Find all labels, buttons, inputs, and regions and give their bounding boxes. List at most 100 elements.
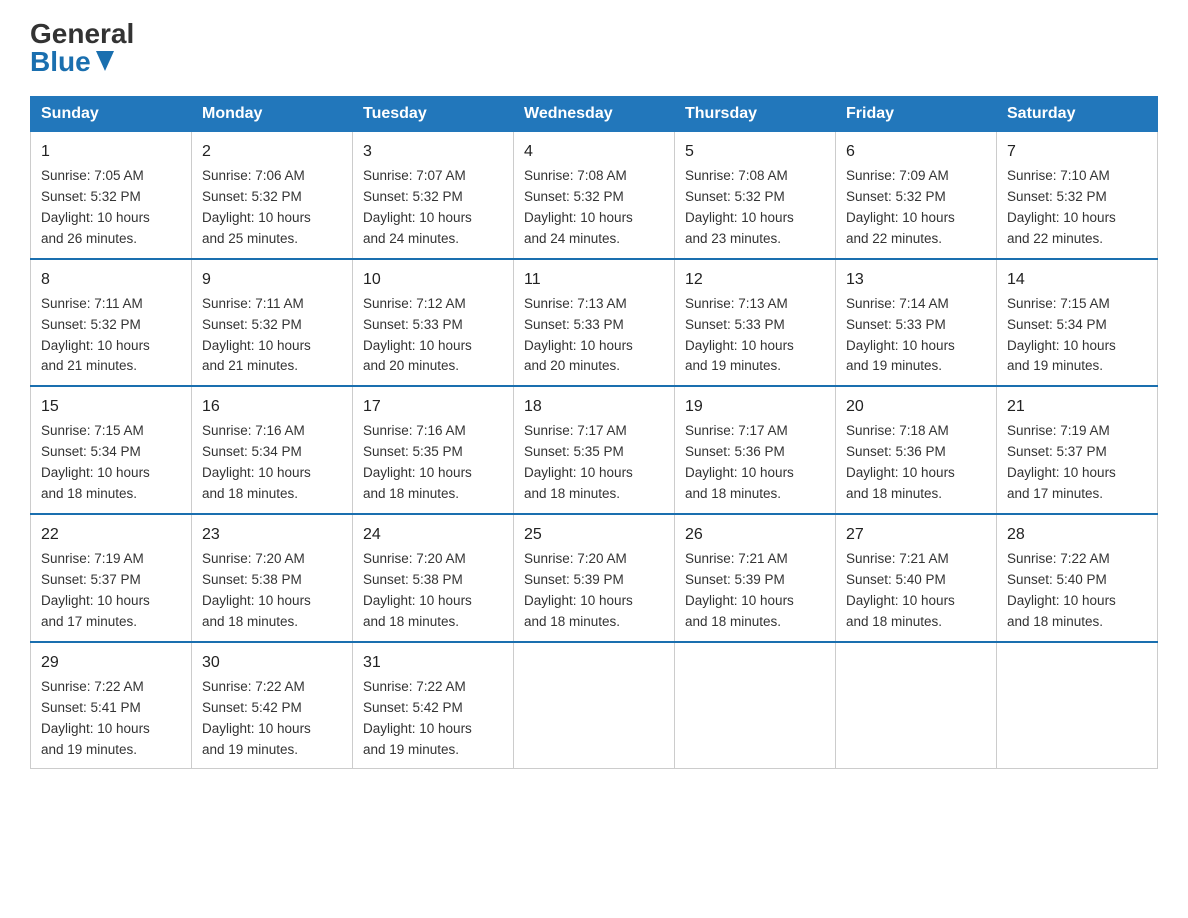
calendar-cell: 21 Sunrise: 7:19 AMSunset: 5:37 PMDayligh…: [997, 386, 1158, 514]
day-number: 22: [41, 523, 181, 547]
calendar-cell: 16 Sunrise: 7:16 AMSunset: 5:34 PMDayligh…: [192, 386, 353, 514]
calendar-cell: 8Sunrise: 7:11 AMSunset: 5:32 PMDaylight…: [31, 259, 192, 387]
column-header-thursday: Thursday: [675, 97, 836, 132]
day-number: 26: [685, 523, 825, 547]
calendar-cell: 24 Sunrise: 7:20 AMSunset: 5:38 PMDayligh…: [353, 514, 514, 642]
calendar-cell: 11 Sunrise: 7:13 AMSunset: 5:33 PMDayligh…: [514, 259, 675, 387]
calendar-cell: 20Sunrise: 7:18 AMSunset: 5:36 PMDayligh…: [836, 386, 997, 514]
calendar-cell: 12Sunrise: 7:13 AMSunset: 5:33 PMDayligh…: [675, 259, 836, 387]
day-number: 12: [685, 268, 825, 292]
day-number: 1: [41, 140, 181, 164]
day-info: Sunrise: 7:22 AMSunset: 5:42 PMDaylight:…: [202, 679, 311, 757]
calendar-cell: 28Sunrise: 7:22 AMSunset: 5:40 PMDayligh…: [997, 514, 1158, 642]
day-number: 9: [202, 268, 342, 292]
column-header-tuesday: Tuesday: [353, 97, 514, 132]
logo-arrow-icon: [96, 51, 114, 71]
day-info: Sunrise: 7:11 AMSunset: 5:32 PMDaylight:…: [202, 296, 311, 374]
calendar-week-row: 22 Sunrise: 7:19 AMSunset: 5:37 PMDayligh…: [31, 514, 1158, 642]
day-number: 17: [363, 395, 503, 419]
day-info: Sunrise: 7:20 AMSunset: 5:39 PMDaylight:…: [524, 551, 633, 629]
calendar-cell: 30 Sunrise: 7:22 AMSunset: 5:42 PMDayligh…: [192, 642, 353, 769]
calendar-cell: 26 Sunrise: 7:21 AMSunset: 5:39 PMDayligh…: [675, 514, 836, 642]
column-header-wednesday: Wednesday: [514, 97, 675, 132]
calendar-cell: [836, 642, 997, 769]
day-info: Sunrise: 7:09 AMSunset: 5:32 PMDaylight:…: [846, 168, 955, 246]
column-header-sunday: Sunday: [31, 97, 192, 132]
day-number: 31: [363, 651, 503, 675]
day-info: Sunrise: 7:21 AMSunset: 5:39 PMDaylight:…: [685, 551, 794, 629]
day-number: 18: [524, 395, 664, 419]
day-number: 29: [41, 651, 181, 675]
day-number: 4: [524, 140, 664, 164]
day-number: 13: [846, 268, 986, 292]
calendar-header-row: SundayMondayTuesdayWednesdayThursdayFrid…: [31, 97, 1158, 132]
logo-blue-text: Blue: [30, 48, 114, 76]
calendar-cell: 31 Sunrise: 7:22 AMSunset: 5:42 PMDayligh…: [353, 642, 514, 769]
day-number: 25: [524, 523, 664, 547]
calendar-cell: 10 Sunrise: 7:12 AMSunset: 5:33 PMDayligh…: [353, 259, 514, 387]
day-number: 6: [846, 140, 986, 164]
calendar-week-row: 29 Sunrise: 7:22 AMSunset: 5:41 PMDayligh…: [31, 642, 1158, 769]
calendar-cell: 29 Sunrise: 7:22 AMSunset: 5:41 PMDayligh…: [31, 642, 192, 769]
calendar-cell: 1 Sunrise: 7:05 AMSunset: 5:32 PMDaylight…: [31, 132, 192, 259]
day-info: Sunrise: 7:16 AMSunset: 5:35 PMDaylight:…: [363, 423, 472, 501]
day-info: Sunrise: 7:10 AMSunset: 5:32 PMDaylight:…: [1007, 168, 1116, 246]
day-number: 24: [363, 523, 503, 547]
day-info: Sunrise: 7:19 AMSunset: 5:37 PMDaylight:…: [41, 551, 150, 629]
calendar-cell: 23Sunrise: 7:20 AMSunset: 5:38 PMDayligh…: [192, 514, 353, 642]
day-info: Sunrise: 7:20 AMSunset: 5:38 PMDaylight:…: [363, 551, 472, 629]
day-number: 7: [1007, 140, 1147, 164]
calendar-cell: 27 Sunrise: 7:21 AMSunset: 5:40 PMDayligh…: [836, 514, 997, 642]
day-info: Sunrise: 7:17 AMSunset: 5:35 PMDaylight:…: [524, 423, 633, 501]
day-info: Sunrise: 7:08 AMSunset: 5:32 PMDaylight:…: [685, 168, 794, 246]
day-number: 27: [846, 523, 986, 547]
day-info: Sunrise: 7:06 AMSunset: 5:32 PMDaylight:…: [202, 168, 311, 246]
day-info: Sunrise: 7:07 AMSunset: 5:32 PMDaylight:…: [363, 168, 472, 246]
day-number: 5: [685, 140, 825, 164]
day-number: 21: [1007, 395, 1147, 419]
day-number: 3: [363, 140, 503, 164]
day-number: 11: [524, 268, 664, 292]
calendar-cell: [675, 642, 836, 769]
day-number: 14: [1007, 268, 1147, 292]
calendar-cell: 14Sunrise: 7:15 AMSunset: 5:34 PMDayligh…: [997, 259, 1158, 387]
day-info: Sunrise: 7:16 AMSunset: 5:34 PMDaylight:…: [202, 423, 311, 501]
day-number: 16: [202, 395, 342, 419]
column-header-friday: Friday: [836, 97, 997, 132]
day-number: 10: [363, 268, 503, 292]
calendar-cell: [997, 642, 1158, 769]
logo-general-text: General: [30, 20, 134, 48]
calendar-cell: 5 Sunrise: 7:08 AMSunset: 5:32 PMDaylight…: [675, 132, 836, 259]
day-info: Sunrise: 7:17 AMSunset: 5:36 PMDaylight:…: [685, 423, 794, 501]
day-number: 15: [41, 395, 181, 419]
day-info: Sunrise: 7:21 AMSunset: 5:40 PMDaylight:…: [846, 551, 955, 629]
calendar-week-row: 15 Sunrise: 7:15 AMSunset: 5:34 PMDayligh…: [31, 386, 1158, 514]
day-info: Sunrise: 7:22 AMSunset: 5:42 PMDaylight:…: [363, 679, 472, 757]
calendar-cell: 25 Sunrise: 7:20 AMSunset: 5:39 PMDayligh…: [514, 514, 675, 642]
calendar-week-row: 8Sunrise: 7:11 AMSunset: 5:32 PMDaylight…: [31, 259, 1158, 387]
day-number: 30: [202, 651, 342, 675]
calendar-cell: 19Sunrise: 7:17 AMSunset: 5:36 PMDayligh…: [675, 386, 836, 514]
page-header: General Blue: [30, 20, 1158, 76]
calendar-cell: 7 Sunrise: 7:10 AMSunset: 5:32 PMDaylight…: [997, 132, 1158, 259]
calendar-cell: 6 Sunrise: 7:09 AMSunset: 5:32 PMDaylight…: [836, 132, 997, 259]
day-info: Sunrise: 7:13 AMSunset: 5:33 PMDaylight:…: [524, 296, 633, 374]
day-number: 2: [202, 140, 342, 164]
day-info: Sunrise: 7:15 AMSunset: 5:34 PMDaylight:…: [41, 423, 150, 501]
calendar-cell: 9 Sunrise: 7:11 AMSunset: 5:32 PMDaylight…: [192, 259, 353, 387]
calendar-cell: 13 Sunrise: 7:14 AMSunset: 5:33 PMDayligh…: [836, 259, 997, 387]
day-info: Sunrise: 7:22 AMSunset: 5:41 PMDaylight:…: [41, 679, 150, 757]
calendar-cell: 15 Sunrise: 7:15 AMSunset: 5:34 PMDayligh…: [31, 386, 192, 514]
day-info: Sunrise: 7:22 AMSunset: 5:40 PMDaylight:…: [1007, 551, 1116, 629]
day-info: Sunrise: 7:05 AMSunset: 5:32 PMDaylight:…: [41, 168, 150, 246]
day-info: Sunrise: 7:14 AMSunset: 5:33 PMDaylight:…: [846, 296, 955, 374]
day-number: 23: [202, 523, 342, 547]
calendar-table: SundayMondayTuesdayWednesdayThursdayFrid…: [30, 96, 1158, 769]
column-header-monday: Monday: [192, 97, 353, 132]
calendar-cell: 18 Sunrise: 7:17 AMSunset: 5:35 PMDayligh…: [514, 386, 675, 514]
calendar-cell: [514, 642, 675, 769]
day-info: Sunrise: 7:12 AMSunset: 5:33 PMDaylight:…: [363, 296, 472, 374]
calendar-cell: 22 Sunrise: 7:19 AMSunset: 5:37 PMDayligh…: [31, 514, 192, 642]
calendar-cell: 3 Sunrise: 7:07 AMSunset: 5:32 PMDaylight…: [353, 132, 514, 259]
day-info: Sunrise: 7:19 AMSunset: 5:37 PMDaylight:…: [1007, 423, 1116, 501]
